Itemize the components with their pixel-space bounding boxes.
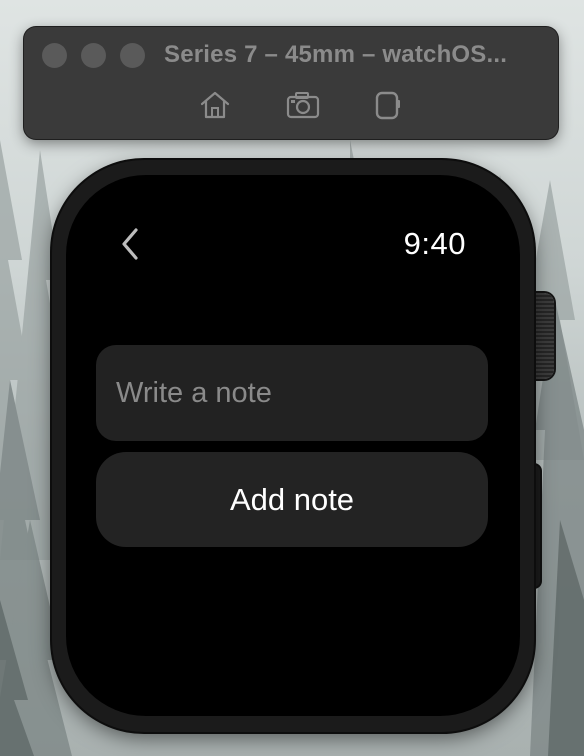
status-time: 9:40 [403,226,466,261]
simulator-toolbar [197,90,407,124]
window-controls [42,43,145,68]
back-chevron-icon[interactable] [116,222,146,266]
screenshot-camera-icon[interactable] [285,90,321,120]
rotate-device-icon[interactable] [369,90,405,120]
simulator-title: Series 7 – 45mm – watchOS... [164,41,508,68]
zoom-window-button[interactable] [120,43,145,68]
minimize-window-button[interactable] [81,43,106,68]
add-note-button[interactable]: Add note [96,452,488,547]
home-icon[interactable] [197,90,233,120]
close-window-button[interactable] [42,43,67,68]
note-text-field[interactable] [96,345,488,441]
